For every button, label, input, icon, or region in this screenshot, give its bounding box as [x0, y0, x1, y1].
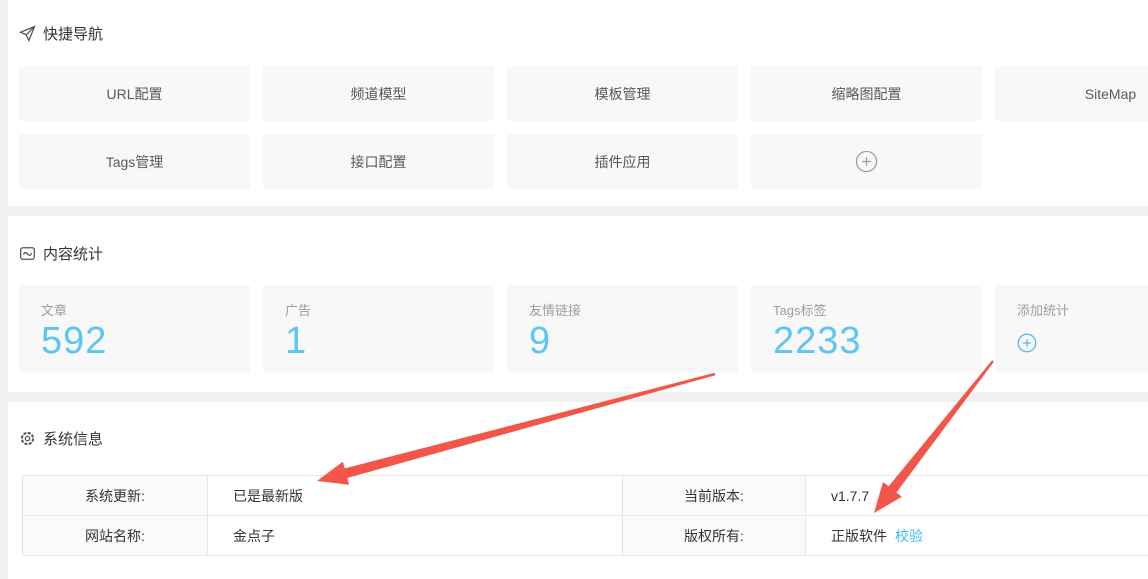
nav-button-thumbnail-config[interactable]: 缩略图配置: [751, 66, 982, 121]
nav-button-tags-manage[interactable]: Tags管理: [19, 134, 250, 189]
gear-icon: [19, 430, 36, 447]
label-copyright: 版权所有:: [623, 516, 806, 556]
value-current-version: v1.7.7: [806, 476, 1148, 516]
stat-label: 广告: [285, 300, 494, 319]
value-site-name: 金点子: [208, 516, 623, 556]
stats-grid: 文章 592 广告 1 友情链接 9 Tags标签 2233 添加统计: [19, 285, 1148, 372]
stat-label: 添加统计: [1017, 300, 1148, 319]
system-info-title: 系统信息: [19, 428, 1148, 449]
system-info-panel: 系统信息 系统更新: 已是最新版 当前版本: v1.7.7 网站名称: 金点子 …: [8, 402, 1148, 579]
nav-add-button[interactable]: [751, 134, 982, 189]
stat-value: 9: [529, 322, 738, 362]
quick-nav-title-text: 快捷导航: [43, 23, 103, 44]
nav-button-plugin-app[interactable]: 插件应用: [507, 134, 738, 189]
stat-card-ads: 广告 1: [263, 285, 494, 372]
stat-card-articles: 文章 592: [19, 285, 250, 372]
circle-plus-icon: [1017, 340, 1037, 357]
value-copyright: 正版软件校验: [806, 516, 1148, 556]
circle-plus-icon: [855, 150, 878, 173]
label-current-version: 当前版本:: [623, 476, 806, 516]
system-info-table: 系统更新: 已是最新版 当前版本: v1.7.7 网站名称: 金点子 版权所有:…: [22, 475, 1148, 556]
quick-nav-grid: URL配置 频道模型 模板管理 缩略图配置 SiteMap Tags管理 接口配…: [19, 66, 1148, 189]
nav-grid-empty-cell: [995, 134, 1148, 189]
label-site-name: 网站名称:: [23, 516, 208, 556]
table-row: 系统更新: 已是最新版 当前版本: v1.7.7: [23, 476, 1148, 516]
nav-button-sitemap[interactable]: SiteMap: [995, 66, 1148, 121]
stat-card-add: 添加统计: [995, 285, 1148, 372]
quick-nav-panel: 快捷导航 URL配置 频道模型 模板管理 缩略图配置 SiteMap Tags管…: [8, 0, 1148, 206]
content-stats-title: 内容统计: [19, 243, 1148, 264]
label-system-update: 系统更新:: [23, 476, 208, 516]
nav-button-template-manage[interactable]: 模板管理: [507, 66, 738, 121]
nav-button-channel-model[interactable]: 频道模型: [263, 66, 494, 121]
nav-button-api-config[interactable]: 接口配置: [263, 134, 494, 189]
stat-value: 1: [285, 322, 494, 362]
system-info-title-text: 系统信息: [43, 428, 103, 449]
stat-card-tags: Tags标签 2233: [751, 285, 982, 372]
stat-label: 友情链接: [529, 300, 738, 319]
add-stat-button[interactable]: [1017, 333, 1148, 358]
quick-nav-title: 快捷导航: [19, 23, 1148, 44]
stat-value: 2233: [773, 322, 982, 362]
table-row: 网站名称: 金点子 版权所有: 正版软件校验: [23, 516, 1148, 556]
value-system-update: 已是最新版: [208, 476, 623, 516]
stat-label: 文章: [41, 300, 250, 319]
nav-button-url-config[interactable]: URL配置: [19, 66, 250, 121]
copyright-text: 正版软件: [831, 528, 887, 544]
page-content: 快捷导航 URL配置 频道模型 模板管理 缩略图配置 SiteMap Tags管…: [8, 0, 1148, 579]
stat-value: 592: [41, 322, 250, 362]
content-stats-title-text: 内容统计: [43, 243, 103, 264]
stat-label: Tags标签: [773, 300, 982, 319]
monitor-wave-icon: [19, 245, 36, 262]
verify-link[interactable]: 校验: [895, 528, 923, 544]
stat-card-friend-links: 友情链接 9: [507, 285, 738, 372]
send-icon: [19, 25, 36, 42]
content-stats-panel: 内容统计 文章 592 广告 1 友情链接 9 Tags标签 2233 添加统计: [8, 216, 1148, 392]
